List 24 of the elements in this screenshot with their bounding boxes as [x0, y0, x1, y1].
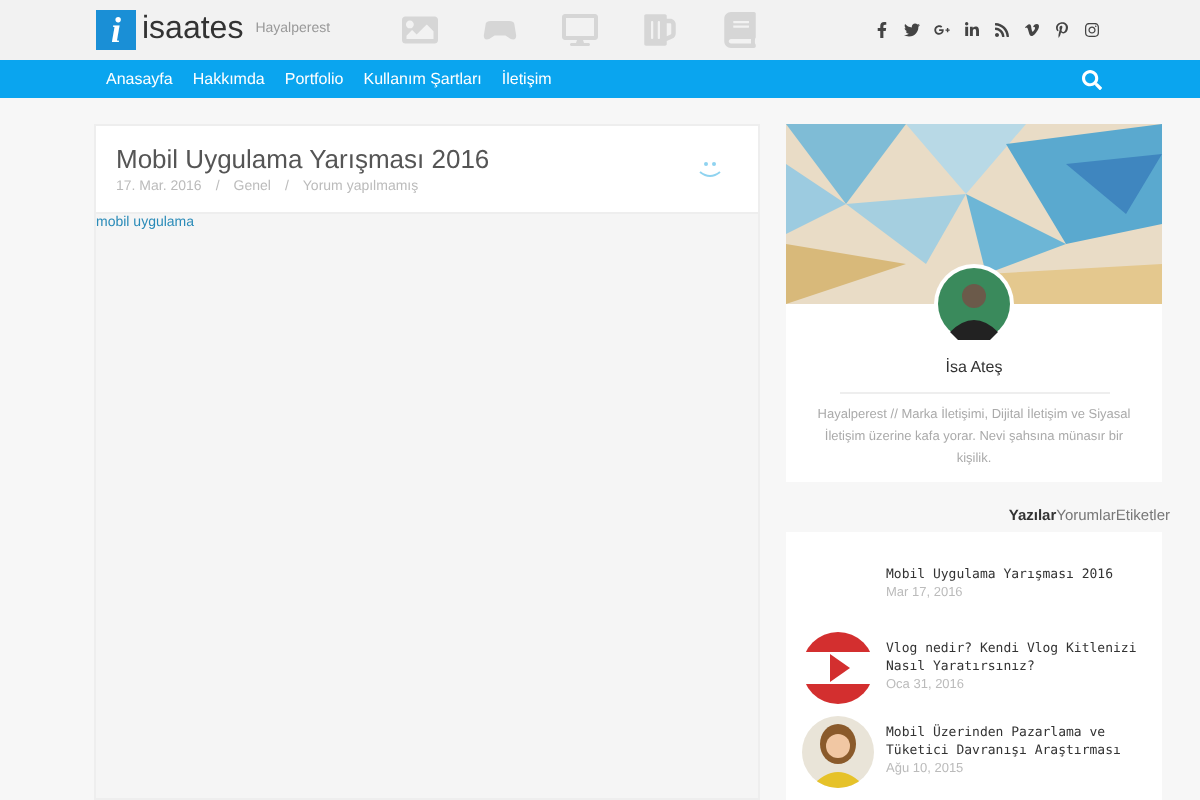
vimeo-icon[interactable]	[1024, 22, 1040, 38]
monitor-icon	[562, 12, 599, 48]
nav-link[interactable]: İletişim	[501, 67, 552, 91]
linkedin-icon[interactable]	[964, 22, 980, 38]
site-name[interactable]: isaates	[142, 6, 244, 54]
nav-link[interactable]: Hakkımda	[192, 67, 265, 91]
rss-icon[interactable]	[994, 22, 1010, 38]
play-icon	[802, 632, 874, 705]
twitter-icon[interactable]	[904, 22, 920, 38]
book-icon	[722, 12, 759, 48]
logo-icon[interactable]: i	[96, 10, 136, 50]
profile-name: İsa Ateş	[945, 356, 1003, 380]
search-icon[interactable]	[1082, 69, 1102, 89]
nav-link[interactable]: Kullanım Şartları	[363, 67, 482, 91]
nav-link[interactable]: Anasayfa	[106, 67, 173, 91]
google-plus-icon[interactable]	[934, 22, 950, 38]
mug-icon	[642, 12, 679, 48]
image-icon	[402, 12, 439, 48]
nav-link[interactable]: Portfolio	[284, 67, 344, 91]
pinterest-icon[interactable]	[1054, 22, 1070, 38]
avatar	[934, 264, 1014, 344]
post-title[interactable]: Mobil Uygulama Yarışması 2016	[116, 144, 490, 176]
facebook-icon[interactable]	[874, 22, 890, 38]
instagram-icon[interactable]	[1084, 22, 1100, 38]
